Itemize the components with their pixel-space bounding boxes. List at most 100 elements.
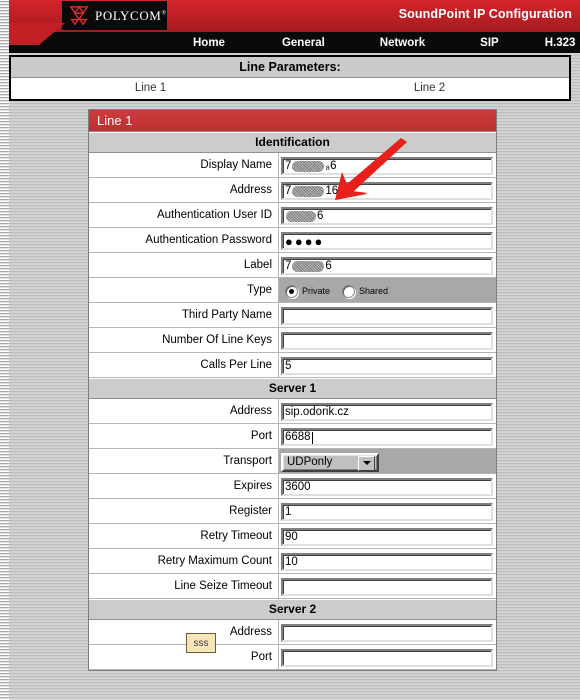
input-expires[interactable]: 3600 [281, 478, 493, 496]
line-parameters-heading: Line Parameters: [11, 57, 569, 78]
line1-config-panel: Line 1 Identification Display Name 7 ₈6 Addr… [88, 109, 497, 671]
field-value-cell: UDPonly [279, 449, 496, 473]
form-row: Address [89, 620, 496, 645]
input-retry-timeout[interactable]: 90 [281, 528, 493, 546]
field-value-cell: 76 [279, 253, 496, 277]
brand-banner: POLYCOM® SoundPoint IP Configuration [9, 0, 580, 32]
main-navigation: Home General Network SIP H.323 Lines [9, 23, 580, 53]
field-label-calls-per-line: Calls Per Line [89, 353, 279, 377]
input-retry-maximum-count[interactable]: 10 [281, 553, 493, 571]
field-label-expires: Expires [89, 474, 279, 498]
form-row: Address sip.odorik.cz [89, 399, 496, 424]
section-heading-identification: Identification [89, 132, 496, 153]
line-tab-line-2[interactable]: Line 2 [290, 78, 569, 99]
field-label-transport: Transport [89, 449, 279, 473]
nav-item-general[interactable]: General [278, 37, 329, 49]
form-row: Third Party Name [89, 303, 496, 328]
input-third-party-name[interactable] [281, 307, 493, 325]
radio-label-shared: Shared [359, 286, 389, 296]
form-row: Transport UDPonly [89, 449, 496, 474]
type-radio-group: Private Shared [281, 284, 396, 298]
input-port[interactable] [281, 649, 493, 667]
form-row: Register 1 [89, 499, 496, 524]
field-label-display-name: Display Name [89, 153, 279, 177]
field-value-cell [279, 645, 496, 669]
input-display-name[interactable]: 7 ₈6 [281, 157, 493, 175]
field-label-port: Port [89, 424, 279, 448]
field-value-cell: sip.odorik.cz [279, 399, 496, 423]
input-value-port: 6688 [285, 430, 311, 443]
form-row: Expires 3600 [89, 474, 496, 499]
form-row: Retry Timeout 90 [89, 524, 496, 549]
input-value-address: sip.odorik.cz [285, 405, 349, 418]
field-label-type: Type [89, 278, 279, 302]
input-number-of-line-keys[interactable] [281, 332, 493, 350]
input-line-seize-timeout[interactable] [281, 578, 493, 596]
form-sections: Identification Display Name 7 ₈6 Address 7 16 A… [89, 132, 496, 670]
input-address[interactable]: sip.odorik.cz [281, 403, 493, 421]
browser-page: POLYCOM® SoundPoint IP Configuration Hom… [0, 0, 580, 700]
chevron-down-icon[interactable] [358, 455, 375, 471]
field-value-cell: 7 16 [279, 178, 496, 202]
input-text-suffix: 16 [325, 184, 339, 197]
form-row: Type Private Shared [89, 278, 496, 303]
form-row: Port 6688 [89, 424, 496, 449]
form-row: Label 7 6 [89, 253, 496, 278]
form-row: Authentication User ID 6 [89, 203, 496, 228]
field-value-cell: 5 [279, 353, 496, 377]
select-transport[interactable]: UDPonly [281, 452, 379, 472]
nav-red-wedge [9, 23, 65, 45]
input-address[interactable]: 7 16 [281, 182, 493, 200]
input-authentication-password[interactable]: ●●●● [281, 232, 493, 250]
field-value-cell: 6688 [279, 424, 496, 448]
polycom-wordmark: POLYCOM® [95, 7, 167, 23]
field-value-cell [279, 620, 496, 644]
redaction-blob [292, 185, 325, 197]
nav-item-network[interactable]: Network [376, 37, 429, 49]
field-value-cell: ●●●● [279, 228, 496, 252]
form-row: Address 7 16 [89, 178, 496, 203]
field-value-cell: 10 [279, 549, 496, 573]
input-label[interactable]: 76 [281, 257, 493, 275]
field-label-number-of-line-keys: Number Of Line Keys [89, 328, 279, 352]
line-tab-line-1[interactable]: Line 1 [11, 78, 290, 99]
field-label-label: Label [89, 253, 279, 277]
field-label-address: Address [89, 178, 279, 202]
form-row: Port [89, 645, 496, 670]
radio-label-private: Private [302, 286, 331, 296]
form-row: Number Of Line Keys [89, 328, 496, 353]
input-register[interactable]: 1 [281, 503, 493, 521]
input-text-suffix: ₈6 [325, 159, 337, 172]
field-label-address: Address [89, 399, 279, 423]
field-value-cell: Private Shared [279, 278, 496, 302]
input-authentication-user-id[interactable]: 6 [281, 207, 493, 225]
input-value-calls-per-line: 5 [285, 359, 292, 372]
field-label-retry-timeout: Retry Timeout [89, 524, 279, 548]
left-edge-texture [0, 0, 9, 700]
radio-private[interactable] [285, 284, 298, 298]
line-tab-list: Line 1 Line 2 [11, 78, 569, 99]
form-row: Authentication Password ●●●● [89, 228, 496, 253]
input-address[interactable] [281, 624, 493, 642]
nav-item-sip[interactable]: SIP [476, 37, 503, 49]
polycom-logo[interactable]: POLYCOM® [62, 1, 167, 30]
field-label-authentication-user-id: Authentication User ID [89, 203, 279, 227]
field-value-cell: 3600 [279, 474, 496, 498]
input-text-prefix: 7 [285, 259, 292, 272]
form-row: Display Name 7 ₈6 [89, 153, 496, 178]
field-value-cell [279, 574, 496, 598]
field-label-line-seize-timeout: Line Seize Timeout [89, 574, 279, 598]
polycom-triangles-icon [69, 5, 89, 26]
password-dots: ●●●● [285, 233, 325, 249]
form-row: Calls Per Line 5 [89, 353, 496, 378]
radio-shared[interactable] [342, 284, 356, 298]
field-label-register: Register [89, 499, 279, 523]
field-label-address: Address [89, 620, 279, 644]
nav-item-home[interactable]: Home [189, 37, 229, 49]
input-calls-per-line[interactable]: 5 [281, 357, 493, 375]
input-port[interactable]: 6688 [281, 428, 493, 446]
field-value-cell: 1 [279, 499, 496, 523]
field-value-cell [279, 303, 496, 327]
nav-item-h323[interactable]: H.323 [541, 37, 580, 49]
field-label-port: Port [89, 645, 279, 669]
